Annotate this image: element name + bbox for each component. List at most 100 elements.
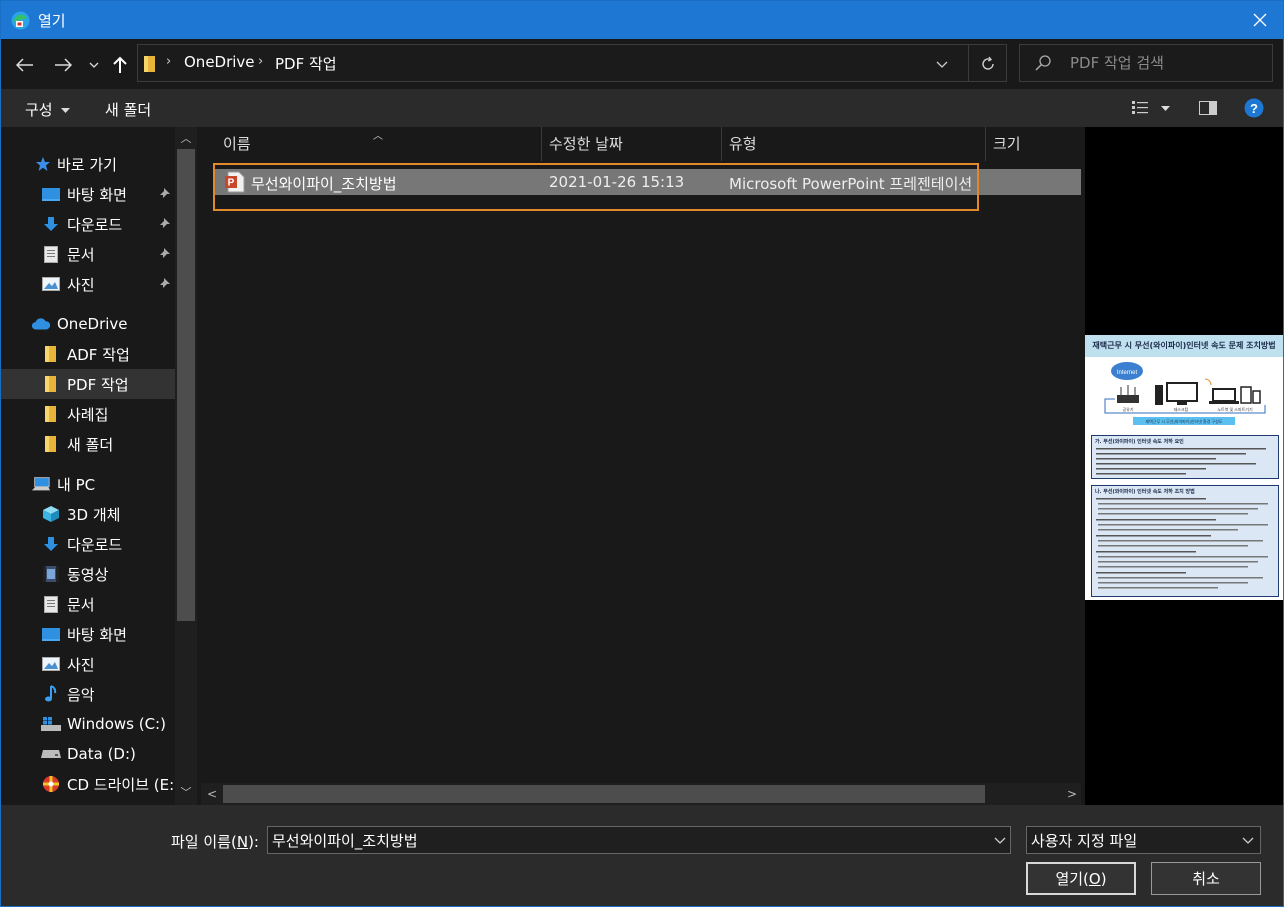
back-button[interactable] — [13, 53, 37, 77]
recent-locations-button[interactable] — [85, 53, 103, 77]
nav-folder-casebook[interactable]: 사례집 — [1, 399, 175, 429]
nav-pc-desktop[interactable]: 바탕 화면 — [1, 619, 175, 649]
search-input[interactable] — [1070, 52, 1265, 74]
filetype-value: 사용자 지정 파일 — [1031, 832, 1138, 850]
refresh-button[interactable] — [974, 52, 1002, 76]
cancel-button[interactable]: 취소 — [1151, 862, 1261, 895]
file-list: ︿ 이름 수정한 날짜 유형 크기 P 무선와이파이_조치방법 2021-01-… — [201, 127, 1081, 805]
nav-pc-downloads[interactable]: 다운로드 — [1, 529, 175, 559]
nav-label: 사진 — [67, 275, 95, 294]
column-header-name[interactable]: 이름 — [215, 127, 541, 161]
address-bar[interactable]: › OneDrive › PDF 작업 — [137, 44, 1007, 82]
column-header-date[interactable]: 수정한 날짜 — [541, 127, 721, 161]
slide-cloud-label: Internet — [1117, 370, 1138, 376]
window-title: 열기 — [38, 12, 66, 30]
nav-scrollbar-thumb[interactable] — [177, 149, 195, 621]
open-file-dialog: 열기 › OneDrive › PDF 작업 PDF 작업 검색 구성 새 폴더… — [0, 0, 1284, 907]
pin-icon — [160, 218, 170, 228]
nav-label: 사례집 — [67, 405, 109, 424]
computer-icon — [31, 474, 51, 494]
cube-3d-icon — [41, 504, 61, 524]
caret-down-icon — [1161, 105, 1170, 111]
open-label-end: ) — [1100, 869, 1107, 888]
breadcrumb-pdf-folder[interactable]: PDF 작업 — [275, 53, 337, 74]
pin-icon — [160, 248, 170, 258]
folder-icon — [144, 56, 155, 72]
nav-onedrive[interactable]: OneDrive — [1, 309, 175, 339]
open-button[interactable]: 열기(O) — [1026, 862, 1136, 895]
nav-label: Windows (C:) — [67, 715, 166, 733]
windows-drive-icon — [41, 714, 61, 734]
nav-label: 문서 — [67, 595, 95, 614]
up-button[interactable] — [108, 53, 132, 77]
view-options-button[interactable] — [1161, 96, 1170, 120]
scroll-left-icon[interactable]: < — [207, 787, 217, 801]
document-icon — [41, 594, 61, 614]
nav-this-pc[interactable]: 내 PC — [1, 469, 175, 499]
help-button[interactable]: ? — [1244, 96, 1264, 120]
arrow-left-icon — [16, 58, 33, 72]
filename-label: 파일 이름(N): — [171, 831, 259, 852]
music-note-icon — [41, 684, 61, 704]
nav-documents-pinned[interactable]: 문서 — [1, 239, 175, 269]
slide-title: 재택근무 시 무선(와이파이)인터넷 속도 문제 조치방법 — [1085, 335, 1283, 357]
svg-text:P: P — [228, 178, 235, 189]
open-mnemonic: O — [1088, 869, 1101, 888]
video-icon — [41, 564, 61, 584]
nav-desktop-pinned[interactable]: 바탕 화면 — [1, 179, 175, 209]
organize-button[interactable]: 구성 — [25, 99, 71, 120]
filetype-select[interactable]: 사용자 지정 파일 — [1026, 826, 1261, 854]
nav-3d-objects[interactable]: 3D 개체 — [1, 499, 175, 529]
folder-icon — [41, 434, 61, 454]
nav-scrollbar[interactable]: ︿ ﹀ — [175, 127, 197, 805]
nav-label: 사진 — [67, 655, 95, 674]
nav-folder-pdf[interactable]: PDF 작업 — [1, 369, 175, 399]
hscrollbar-thumb[interactable] — [223, 785, 985, 803]
filename-combobox[interactable] — [267, 826, 1011, 854]
filename-label-end: ): — [248, 833, 259, 851]
nav-quick-access[interactable]: 바로 가기 — [1, 149, 175, 179]
address-dropdown-button[interactable] — [928, 52, 956, 76]
cd-drive-icon — [41, 774, 61, 794]
new-folder-button[interactable]: 새 폴더 — [105, 99, 151, 120]
nav-downloads-pinned[interactable]: 다운로드 — [1, 209, 175, 239]
hard-drive-icon — [41, 744, 61, 764]
filename-input[interactable] — [272, 830, 972, 850]
nav-pc-pictures[interactable]: 사진 — [1, 649, 175, 679]
slide-section-title: 나. 무선(와이파이) 인터넷 속도 저하 조치 방법 — [1095, 489, 1195, 495]
nav-label: 3D 개체 — [67, 505, 121, 524]
nav-drive-c[interactable]: Windows (C:) — [1, 709, 175, 739]
nav-label: 다운로드 — [67, 535, 123, 554]
scroll-up-icon[interactable]: ︿ — [180, 133, 192, 145]
folder-icon — [41, 374, 61, 394]
scroll-right-icon[interactable]: > — [1067, 787, 1077, 801]
chevron-down-icon[interactable] — [994, 833, 1006, 847]
file-row[interactable]: P 무선와이파이_조치방법 2021-01-26 15:13 Microsoft… — [213, 163, 1081, 211]
folder-icon — [41, 344, 61, 364]
column-header-size[interactable]: 크기 — [985, 127, 1081, 161]
scroll-down-icon[interactable]: ﹀ — [180, 787, 192, 799]
nav-drive-e[interactable]: CD 드라이브 (E:) — [1, 769, 180, 799]
nav-pc-videos[interactable]: 동영상 — [1, 559, 175, 589]
network-diagram-image: Internet 공유기 데스크탑 노트북 및 스마트기기 재택근무 시 무선(… — [1104, 362, 1266, 425]
change-view-button[interactable] — [1131, 96, 1149, 120]
chevron-down-icon — [1242, 837, 1254, 844]
preview-pane-button[interactable] — [1199, 96, 1217, 120]
close-button[interactable] — [1237, 1, 1283, 39]
nav-drive-d[interactable]: Data (D:) — [1, 739, 175, 769]
nav-pc-music[interactable]: 음악 — [1, 679, 175, 709]
address-divider — [968, 45, 969, 81]
nav-folder-new[interactable]: 새 폴더 — [1, 429, 175, 459]
nav-pc-documents[interactable]: 문서 — [1, 589, 175, 619]
nav-pictures-pinned[interactable]: 사진 — [1, 269, 175, 299]
nav-folder-adf[interactable]: ADF 작업 — [1, 339, 175, 369]
document-icon — [41, 244, 61, 264]
breadcrumb-onedrive[interactable]: OneDrive — [184, 53, 255, 71]
forward-button[interactable] — [51, 53, 75, 77]
nav-label: 바탕 화면 — [67, 185, 127, 204]
search-box[interactable] — [1019, 44, 1273, 82]
arrow-right-icon — [55, 58, 72, 72]
column-header-type[interactable]: 유형 — [721, 127, 985, 161]
desktop-icon — [41, 624, 61, 644]
file-list-hscrollbar[interactable]: < > — [201, 783, 1081, 805]
